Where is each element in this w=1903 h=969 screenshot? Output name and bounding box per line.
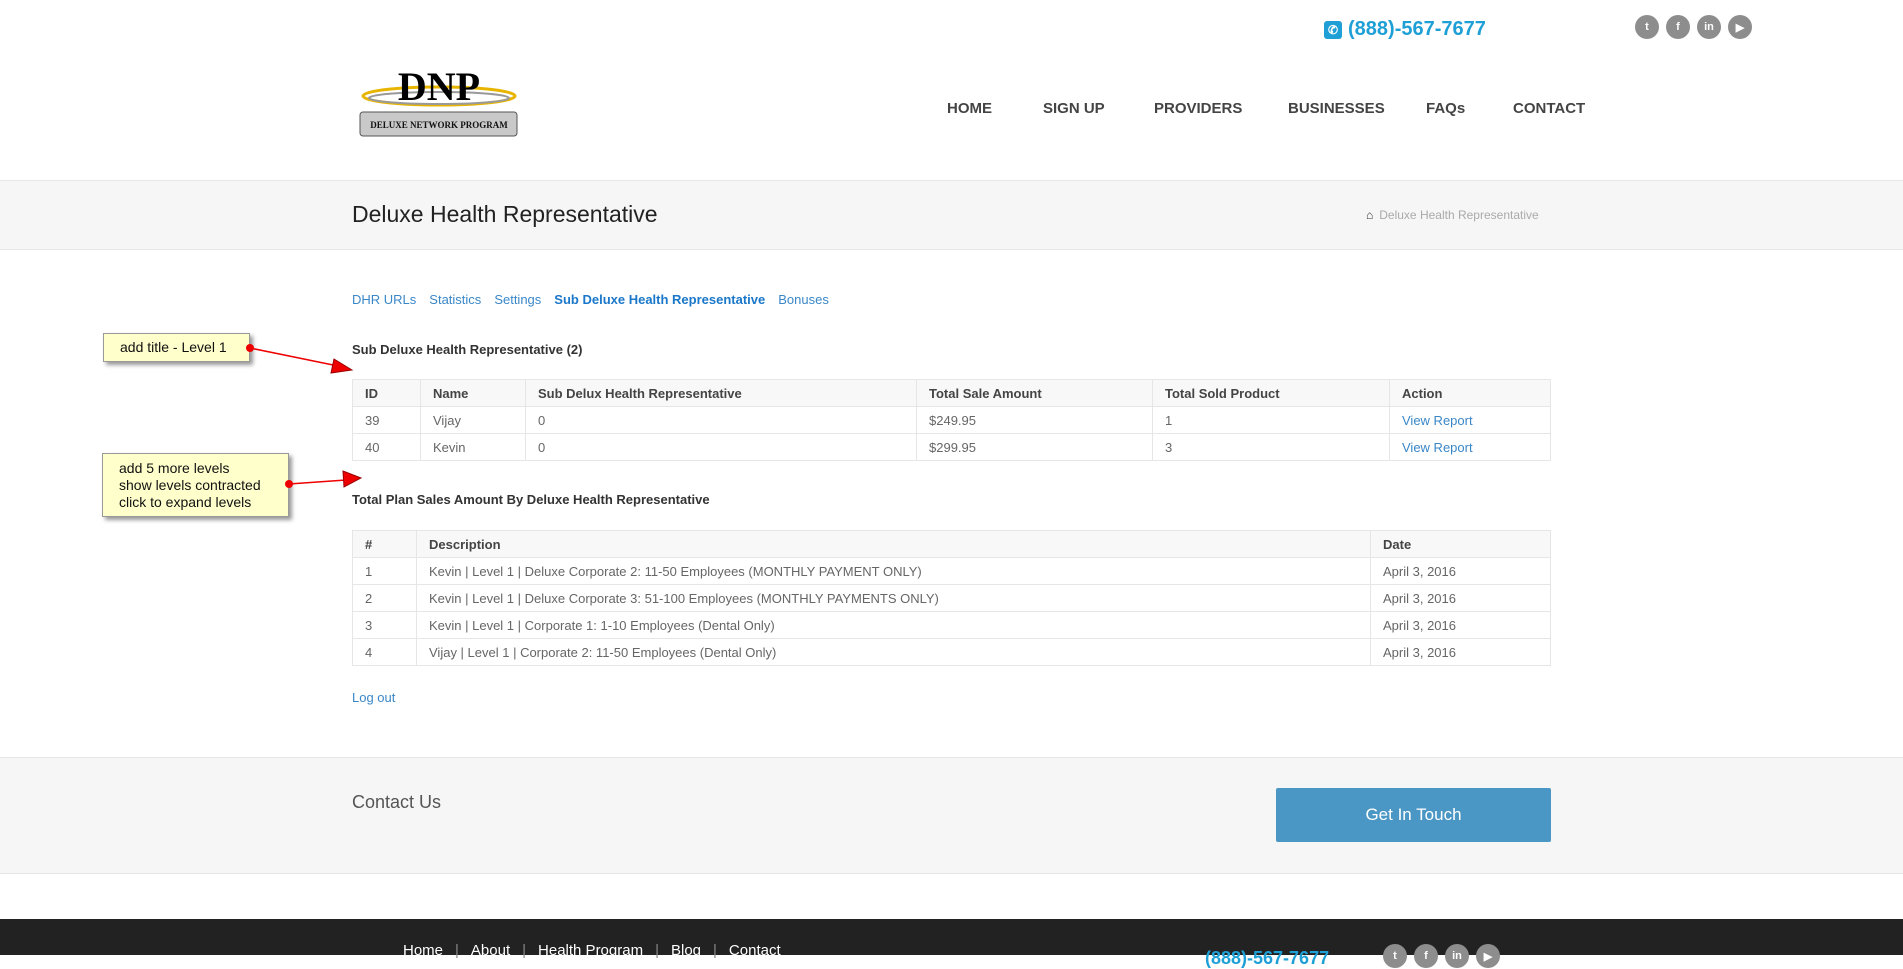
footer-link-blog[interactable]: Blog: [671, 942, 701, 959]
annotation-note: add 5 more levels show levels contracted c…: [102, 453, 289, 517]
footer: [0, 919, 1903, 955]
table-header: ID Name Sub Delux Health Representative Tot…: [352, 379, 1551, 407]
tab-bar: DHR URLs Statistics Settings Sub Deluxe …: [352, 292, 829, 307]
nav-home[interactable]: HOME: [947, 100, 992, 117]
sales-table-title: Total Plan Sales Amount By Deluxe Health…: [352, 492, 710, 507]
table-row: 39 Vijay 0 $249.95 1 View Report: [352, 406, 1551, 434]
facebook-icon[interactable]: f: [1414, 944, 1438, 968]
footer-links: Home | About | Health Program | Blog | Conta…: [403, 942, 781, 959]
facebook-icon[interactable]: f: [1666, 15, 1690, 39]
arrow-icon: [285, 470, 363, 488]
view-report-link[interactable]: View Report: [1402, 413, 1473, 428]
home-icon[interactable]: ⌂: [1366, 208, 1373, 222]
linkedin-icon[interactable]: in: [1445, 944, 1469, 968]
table-row: 40 Kevin 0 $299.95 3 View Report: [352, 433, 1551, 461]
phone-icon: ✆: [1324, 20, 1342, 39]
footer-link-health-program[interactable]: Health Program: [538, 942, 643, 959]
contact-band: [0, 757, 1903, 874]
nav-businesses[interactable]: BUSINESSES: [1288, 100, 1385, 117]
tab-bonuses[interactable]: Bonuses: [778, 292, 829, 307]
tab-sub-dhr[interactable]: Sub Deluxe Health Representative: [554, 292, 765, 307]
breadcrumb: ⌂ Deluxe Health Representative: [1366, 208, 1539, 222]
footer-social: t f in ▶: [1383, 944, 1500, 968]
annotation-note: add title - Level 1: [103, 333, 250, 362]
nav-faqs[interactable]: FAQs: [1426, 100, 1465, 117]
footer-link-contact[interactable]: Contact: [729, 942, 781, 959]
tab-statistics[interactable]: Statistics: [429, 292, 481, 307]
table-row: 2 Kevin | Level 1 | Deluxe Corporate 3: 5…: [352, 584, 1551, 612]
svg-text:DELUXE NETWORK PROGRAM: DELUXE NETWORK PROGRAM: [370, 120, 508, 130]
footer-link-about[interactable]: About: [471, 942, 510, 959]
get-in-touch-button[interactable]: Get In Touch: [1276, 788, 1551, 842]
linkedin-icon[interactable]: in: [1697, 15, 1721, 39]
twitter-icon[interactable]: t: [1383, 944, 1407, 968]
footer-phone[interactable]: (888)-567-7677: [1205, 948, 1329, 969]
footer-link-home[interactable]: Home: [403, 942, 443, 959]
table-header: # Description Date: [352, 530, 1551, 558]
page-title-bar: [0, 180, 1903, 250]
table-row: 1 Kevin | Level 1 | Deluxe Corporate 2: 1…: [352, 557, 1551, 585]
view-report-link[interactable]: View Report: [1402, 440, 1473, 455]
social-links: t f in ▶: [1635, 15, 1752, 39]
arrow-icon: [246, 344, 354, 374]
table-row: 4 Vijay | Level 1 | Corporate 2: 11-50 Em…: [352, 638, 1551, 666]
contact-title: Contact Us: [352, 792, 442, 812]
logo[interactable]: DNP DELUXE NETWORK PROGRAM: [359, 64, 519, 139]
logout-link[interactable]: Log out: [352, 690, 395, 705]
sub-representative-table: ID Name Sub Delux Health Representative Tot…: [352, 379, 1551, 461]
youtube-icon[interactable]: ▶: [1476, 944, 1500, 968]
table-row: 3 Kevin | Level 1 | Corporate 1: 1-10 Emp…: [352, 611, 1551, 639]
twitter-icon[interactable]: t: [1635, 15, 1659, 39]
tab-settings[interactable]: Settings: [494, 292, 541, 307]
phone-number[interactable]: ✆ (888)-567-7677: [1324, 18, 1486, 41]
nav-providers[interactable]: PROVIDERS: [1154, 100, 1242, 117]
sub-table-title: Sub Deluxe Health Representative (2): [352, 342, 583, 357]
youtube-icon[interactable]: ▶: [1728, 15, 1752, 39]
tab-dhr-urls[interactable]: DHR URLs: [352, 292, 416, 307]
svg-text:DNP: DNP: [398, 66, 480, 109]
page-title: Deluxe Health Representative: [352, 201, 658, 227]
nav-contact[interactable]: CONTACT: [1513, 100, 1585, 117]
plan-sales-table: # Description Date 1 Kevin | Level 1 | Delu…: [352, 530, 1551, 666]
nav-sign-up[interactable]: SIGN UP: [1043, 100, 1105, 117]
